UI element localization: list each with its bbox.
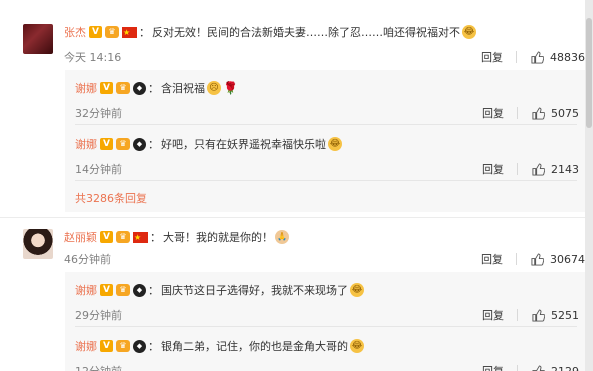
laughing-emoji-icon: 😂 [350,339,364,353]
reply-button[interactable]: 回复 [482,363,504,371]
like-count: 5075 [551,106,579,120]
thumbs-up-icon [531,252,544,266]
like-count: 2143 [551,162,579,176]
username-link[interactable]: 张杰 [64,24,86,40]
crown-icon: ♛ [116,340,130,352]
crown-icon: ♛ [116,82,130,94]
verified-v-icon: V [100,340,113,352]
reply-list: 谢娜 V ♛ ◆ ： 含泪祝福 ☹ 🌹 32分钟前 回复 5075 谢娜 V ♛… [65,70,587,212]
reply-button[interactable]: 回复 [482,161,504,177]
thumbs-up-icon [532,106,545,120]
comment-actions: 回复 30674 [481,251,585,267]
crown-icon: ♛ [116,138,130,150]
scrollbar[interactable] [585,0,593,371]
comment-header: 赵丽颖 V ♛ ★ ： 大哥！我的就是你的！ 🙏 [64,229,289,245]
reply-button[interactable]: 回复 [482,307,504,323]
thumbs-up-icon [531,50,544,64]
reply-button[interactable]: 回复 [481,251,503,267]
comment-time: 46分钟前 [64,253,111,266]
reply-text: 银角二弟，记住，你的也是金角大哥的 [161,340,348,353]
avatar[interactable] [23,229,53,259]
member-icon: ◆ [133,81,146,95]
reply-button[interactable]: 回复 [482,105,504,121]
like-count: 2129 [551,364,579,371]
comment-actions: 回复 48836 [481,49,585,65]
pray-hand-icon: 🙏 [275,230,289,244]
like-button[interactable]: 48836 [531,51,585,64]
comment-feed: 张杰 V ♛ ★ ： 反对无效！民间的合法新婚夫妻……除了忍……咱还得祝福对不 … [0,0,593,371]
username-link[interactable]: 赵丽颖 [64,229,97,245]
rose-icon: 🌹 [223,81,238,95]
reply-list: 谢娜 V ♛ ◆ ： 国庆节这日子选得好，我就不来现场了 😂 29分钟前 回复 … [65,272,587,371]
tearful-emoji-icon: ☹ [207,81,221,95]
verified-v-icon: V [100,82,113,94]
verified-v-icon: V [100,138,113,150]
like-button[interactable]: 30674 [531,253,585,266]
username-link[interactable]: 谢娜 [75,80,97,96]
username-link[interactable]: 谢娜 [75,338,97,354]
reply-button[interactable]: 回复 [481,49,503,65]
verified-v-icon: V [100,284,113,296]
china-flag-icon: ★ [133,231,148,243]
reply-time: 29分钟前 [75,309,122,322]
crown-icon: ♛ [116,231,130,243]
like-count: 48836 [550,50,585,64]
like-count: 5251 [551,308,579,322]
crown-icon: ♛ [116,284,130,296]
reply-time: 12分钟前 [75,363,122,371]
laughing-emoji-icon: 😂 [462,25,476,39]
username-link[interactable]: 谢娜 [75,282,97,298]
laughing-emoji-icon: 😂 [328,137,342,151]
more-replies-link[interactable]: 共3286条回复 [75,190,147,206]
reply-text: 好吧，只有在妖界遥祝幸福快乐啦 [161,138,326,151]
reply-time: 14分钟前 [75,163,122,176]
thumbs-up-icon [532,162,545,176]
like-count: 30674 [550,252,585,266]
comment-text: 反对无效！民间的合法新婚夫妻……除了忍……咱还得祝福对不 [152,26,460,39]
reply-time: 32分钟前 [75,107,122,120]
comment-header: 张杰 V ♛ ★ ： 反对无效！民间的合法新婚夫妻……除了忍……咱还得祝福对不 … [64,24,476,40]
reply-text: 国庆节这日子选得好，我就不来现场了 [161,284,348,297]
verified-v-icon: V [89,26,102,38]
scrollbar-thumb[interactable] [586,18,592,128]
thumbs-up-icon [532,308,545,322]
crown-icon: ♛ [105,26,119,38]
thumbs-up-icon [532,364,545,371]
comment-text: 大哥！我的就是你的！ [163,231,273,244]
like-button[interactable]: 5075 [532,107,579,120]
avatar[interactable] [23,24,53,54]
username-link[interactable]: 谢娜 [75,136,97,152]
china-flag-icon: ★ [122,26,137,38]
like-button[interactable]: 2143 [532,163,579,176]
verified-v-icon: V [100,231,113,243]
like-button[interactable]: 2129 [532,365,579,371]
comment-time: 今天 14:16 [64,51,122,64]
like-button[interactable]: 5251 [532,309,579,322]
reply-text: 含泪祝福 [161,82,205,95]
laughing-emoji-icon: 😂 [350,283,364,297]
member-icon: ◆ [133,283,146,297]
member-icon: ◆ [133,137,146,151]
member-icon: ◆ [133,339,146,353]
